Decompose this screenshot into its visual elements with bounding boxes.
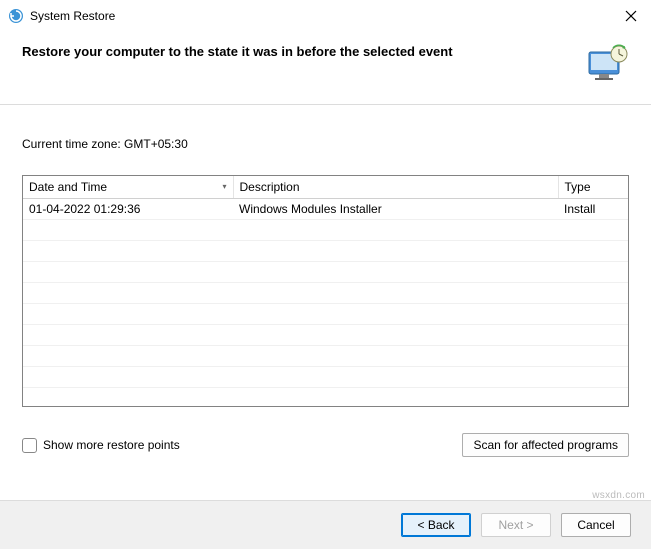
table-row[interactable]	[23, 283, 628, 304]
titlebar: System Restore	[0, 0, 651, 30]
table-row[interactable]	[23, 388, 628, 408]
cell-type: Install	[558, 199, 628, 220]
window-title: System Restore	[30, 9, 621, 23]
table-row[interactable]	[23, 304, 628, 325]
sort-desc-icon: ▾	[222, 182, 226, 191]
table-row[interactable]: 01-04-2022 01:29:36 Windows Modules Inst…	[23, 199, 628, 220]
show-more-label: Show more restore points	[43, 438, 180, 452]
column-header-type[interactable]: Type	[558, 176, 628, 199]
cancel-button[interactable]: Cancel	[561, 513, 631, 537]
back-button[interactable]: < Back	[401, 513, 471, 537]
restore-monitor-icon	[585, 44, 629, 84]
column-header-date[interactable]: Date and Time ▾	[23, 176, 233, 199]
page-header: Restore your computer to the state it wa…	[0, 30, 651, 104]
main-content: Current time zone: GMT+05:30 Date and Ti…	[0, 105, 651, 467]
system-restore-icon	[8, 8, 24, 24]
table-row[interactable]	[23, 367, 628, 388]
next-button[interactable]: Next >	[481, 513, 551, 537]
below-table-row: Show more restore points Scan for affect…	[22, 433, 629, 457]
table-header-row: Date and Time ▾ Description Type	[23, 176, 628, 199]
close-icon	[625, 10, 637, 22]
page-heading: Restore your computer to the state it wa…	[22, 44, 575, 59]
scan-affected-button[interactable]: Scan for affected programs	[462, 433, 629, 457]
column-header-description[interactable]: Description	[233, 176, 558, 199]
cell-date: 01-04-2022 01:29:36	[23, 199, 233, 220]
wizard-footer: < Back Next > Cancel	[0, 500, 651, 549]
cell-description: Windows Modules Installer	[233, 199, 558, 220]
table-row[interactable]	[23, 325, 628, 346]
table-row[interactable]	[23, 220, 628, 241]
close-button[interactable]	[621, 6, 641, 26]
table-row[interactable]	[23, 262, 628, 283]
table-row[interactable]	[23, 346, 628, 367]
restore-points-table[interactable]: Date and Time ▾ Description Type 01-04-2…	[22, 175, 629, 407]
show-more-checkbox-row[interactable]: Show more restore points	[22, 438, 180, 453]
table-row[interactable]	[23, 241, 628, 262]
show-more-checkbox[interactable]	[22, 438, 37, 453]
timezone-label: Current time zone: GMT+05:30	[22, 137, 629, 151]
